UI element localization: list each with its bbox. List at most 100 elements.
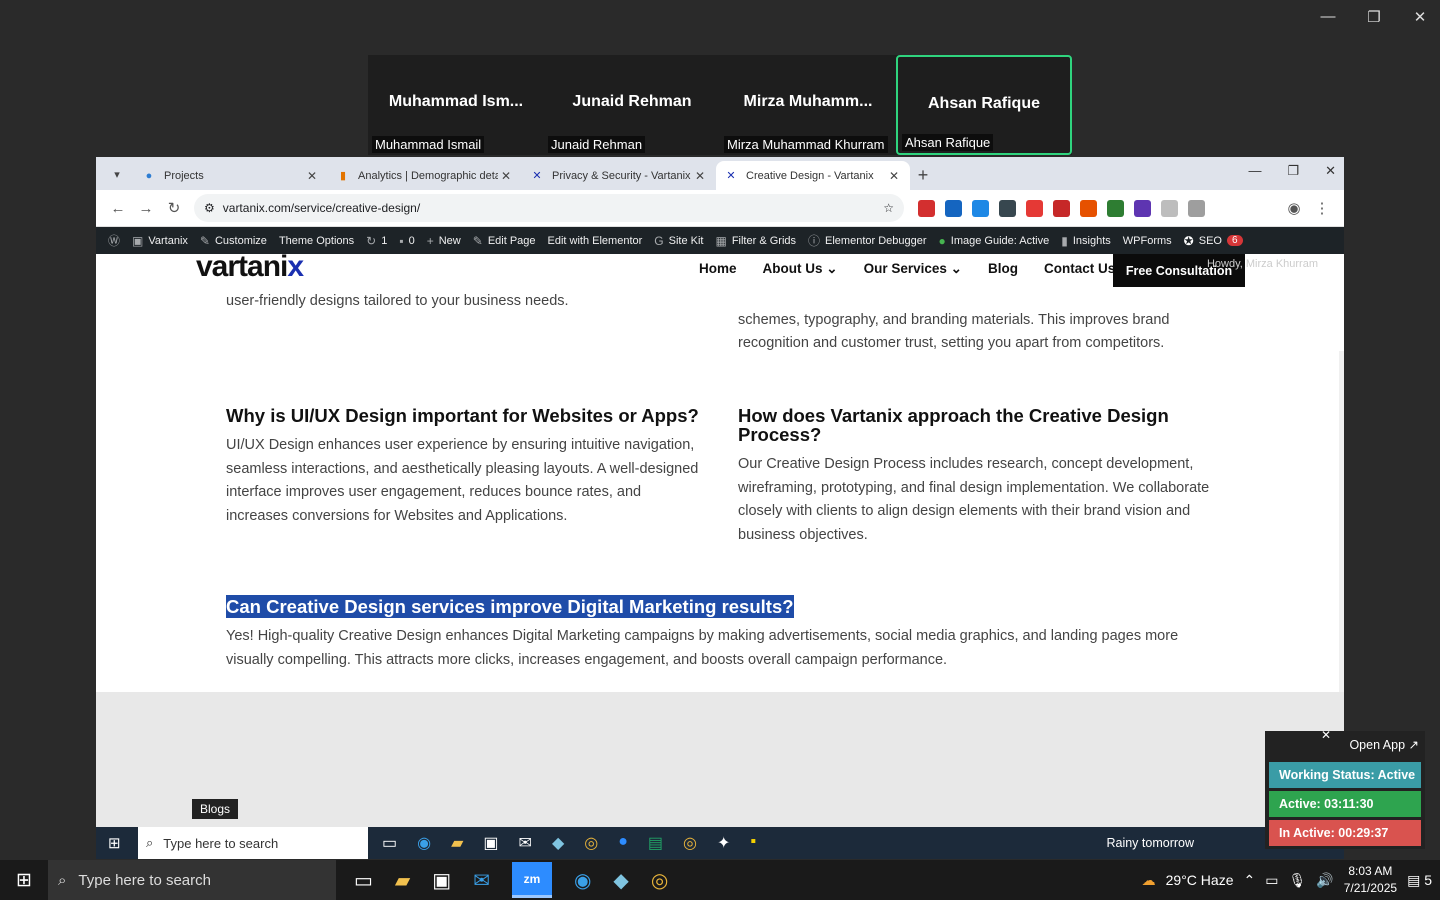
wp-updates-count: 1 [381,234,388,247]
minimize-button[interactable]: — [1316,8,1340,26]
wp-insights-link[interactable]: ▮ Insights [1055,234,1117,248]
page-scrollbar[interactable] [1339,351,1344,697]
weather-text[interactable]: 29°C Haze [1166,872,1234,888]
excel-icon[interactable]: ▤ [648,833,663,853]
nav-blog[interactable]: Blog [988,261,1018,277]
close-tab-icon[interactable]: ✕ [886,169,902,183]
mail-icon[interactable]: ✉ [519,833,532,853]
extension-icon[interactable] [999,199,1016,217]
zoom-icon[interactable]: zm [511,862,552,898]
participant-tile[interactable]: Junaid Rehman Junaid Rehman [544,55,720,155]
notification-icon[interactable]: ▤ 5 [1407,872,1432,889]
paint-icon[interactable]: ✦ [717,833,730,853]
url-input[interactable]: ⚙ vartanix.com/service/creative-design/ … [194,194,904,222]
nav-home[interactable]: Home [699,261,737,277]
participant-tile[interactable]: Mirza Muhamm... Mirza Muhammad Khurram [720,55,896,155]
participant-tile[interactable]: Muhammad Ism... Muhammad Ismail [368,55,544,155]
network-icon[interactable]: ▭ [1265,872,1278,889]
sticky-notes-icon[interactable]: ▪ [750,833,756,853]
close-tab-icon[interactable]: ✕ [304,169,320,183]
extension-icon[interactable] [1134,199,1151,217]
new-tab-icon[interactable]: + [910,165,936,186]
close-tab-icon[interactable]: ✕ [498,169,514,183]
extension-icon[interactable] [1188,199,1205,217]
forward-icon[interactable]: → [132,200,160,217]
chrome-icon[interactable]: ◎ [651,868,668,893]
wp-howdy[interactable]: Howdy, Mirza Khurram [1207,258,1318,270]
windows-start-icon[interactable]: ⊞ [108,834,121,852]
maximize-icon[interactable]: ❐ [1287,163,1299,179]
zoom-icon[interactable]: ● [618,833,628,853]
volume-icon[interactable]: 🔊 [1316,872,1333,889]
close-tab-icon[interactable]: ✕ [692,169,708,183]
extension-icon[interactable] [1026,199,1043,217]
close-button[interactable]: ✕ [1408,8,1432,26]
nav-services[interactable]: Our Services ⌄ [864,261,962,277]
menu-icon[interactable]: ⋮ [1308,199,1336,217]
windows-start-icon[interactable]: ⊞ [0,860,48,900]
close-icon[interactable]: ✕ [1325,163,1336,179]
extension-icon[interactable] [1080,199,1097,217]
folder-icon[interactable]: ▰ [395,868,410,893]
wp-elementor-link[interactable]: Edit with Elementor [542,235,649,247]
chrome-icon[interactable]: ◎ [683,833,697,853]
wp-updates-link[interactable]: ↻ 1 [360,234,393,248]
wp-new-link[interactable]: + New [421,234,467,248]
site-info-icon[interactable]: ⚙ [204,201,215,215]
wp-edit-page-link[interactable]: ✎ Edit Page [467,234,542,248]
microphone-icon[interactable]: 🎙 [1288,872,1306,889]
app-icon[interactable]: ◆ [613,868,628,893]
participant-tile-active[interactable]: Ahsan Rafique Ahsan Rafique [896,55,1072,155]
wp-theme-options-link[interactable]: Theme Options [273,235,360,247]
minimize-icon[interactable]: — [1248,163,1261,179]
chrome-icon[interactable]: ◎ [584,833,598,853]
tab-projects[interactable]: ● Projects ✕ [134,161,328,190]
tab-creative-design[interactable]: ✕ Creative Design - Vartanix ✕ [716,161,910,190]
mail-icon[interactable]: ✉ [473,868,490,893]
extension-icon[interactable] [945,199,962,217]
extension-icon[interactable] [1107,199,1124,217]
bookmark-star-icon[interactable]: ☆ [883,201,894,215]
site-logo[interactable]: vartanix [196,254,304,284]
nav-contact[interactable]: Contact Us [1044,261,1115,277]
close-icon[interactable]: ✕ [1321,728,1331,742]
reload-icon[interactable]: ↻ [160,199,188,217]
wp-seo-link[interactable]: ✪ SEO 6 [1178,234,1249,248]
task-view-icon[interactable]: ▭ [382,833,397,853]
extension-icon[interactable] [1053,199,1070,217]
wp-debugger-link[interactable]: ⓘ Elementor Debugger [802,232,933,249]
extension-icon[interactable] [972,199,989,217]
wp-comments-link[interactable]: ▪ 0 [393,234,420,248]
wp-site-link[interactable]: ▣ Vartanix [126,234,194,248]
chevron-up-icon[interactable]: ⌃ [1244,872,1256,889]
wp-customize-link[interactable]: ✎ Customize [194,234,273,248]
profile-icon[interactable]: ◉ [1280,199,1308,217]
wp-filter-grids-link[interactable]: ▦ Filter & Grids [709,234,802,248]
store-icon[interactable]: ▣ [483,833,498,853]
taskbar-search-box[interactable]: ⌕ Type here to search [48,860,336,900]
edge-icon[interactable]: ◉ [574,868,591,893]
tab-analytics[interactable]: ▮ Analytics | Demographic details ✕ [328,161,522,190]
shared-search-box[interactable]: ⌕ Type here to search [138,827,368,859]
task-view-icon[interactable]: ▭ [354,868,373,893]
back-icon[interactable]: ← [104,200,132,217]
wp-image-guide-link[interactable]: ● Image Guide: Active [933,234,1056,248]
wp-logo-icon[interactable]: Ⓦ [102,232,126,249]
restore-button[interactable]: ❐ [1362,8,1386,26]
extension-icon[interactable] [1161,199,1178,217]
folder-icon[interactable]: ▰ [451,833,463,853]
wp-site-kit-link[interactable]: G Site Kit [648,234,709,248]
blogs-tag[interactable]: Blogs [192,799,239,819]
wp-wpforms-link[interactable]: WPForms [1117,235,1178,247]
tab-search-icon[interactable]: ▾ [104,161,130,187]
store-icon[interactable]: ▣ [432,868,451,893]
extension-icon[interactable] [918,199,935,217]
clock[interactable]: 8:03 AM 7/21/2025 [1344,863,1397,897]
open-app-button[interactable]: Open App ↗ [1349,737,1419,752]
tab-privacy[interactable]: ✕ Privacy & Security - Vartanix ✕ [522,161,716,190]
shared-weather[interactable]: Rainy tomorrow [1106,836,1194,850]
app-icon[interactable]: ◆ [552,833,564,853]
chevron-down-icon: ⌄ [826,261,838,276]
nav-about[interactable]: About Us ⌄ [763,261,838,277]
edge-icon[interactable]: ◉ [417,833,431,853]
